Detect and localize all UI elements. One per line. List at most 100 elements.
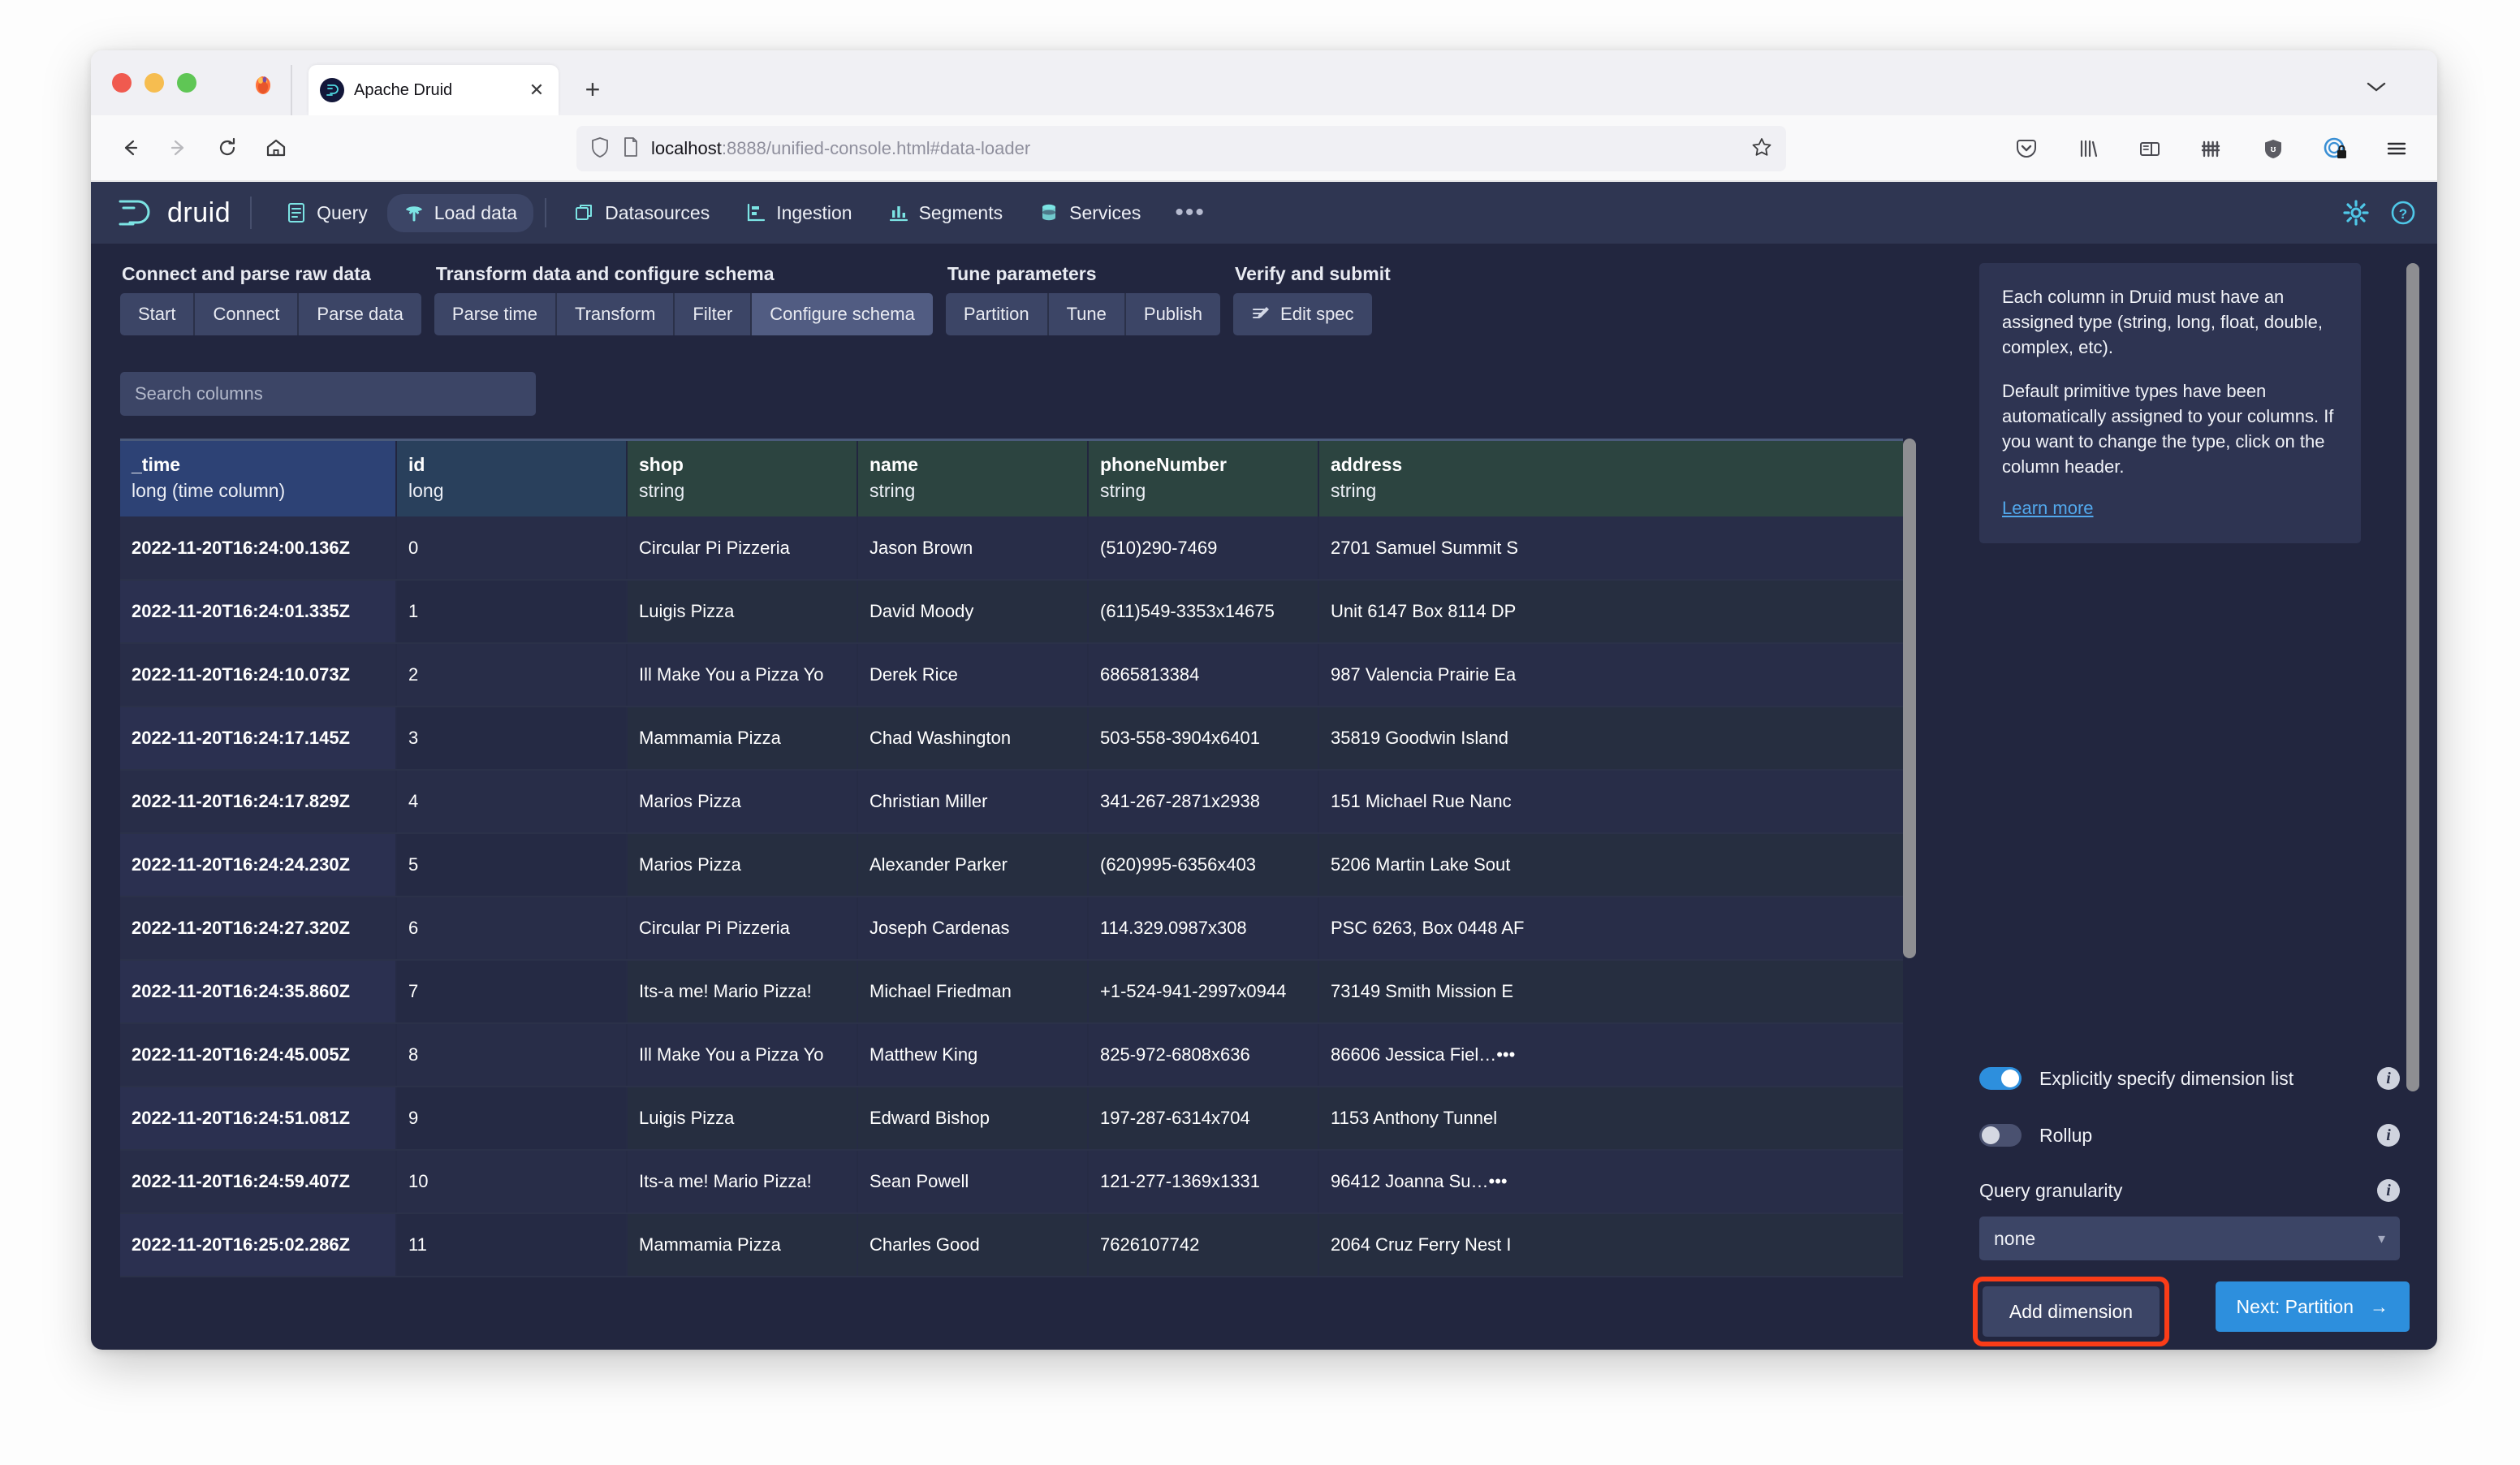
gear-icon[interactable] bbox=[2343, 200, 2369, 226]
table-cell-name: Derek Rice bbox=[857, 643, 1089, 707]
table-row[interactable]: 2022-11-20T16:24:17.145Z 3 Mammamia Pizza C… bbox=[120, 707, 1903, 771]
table-row[interactable]: 2022-11-20T16:25:02.286Z 11 Mammamia Pizza… bbox=[120, 1213, 1903, 1277]
explicit-dimension-list-toggle[interactable] bbox=[1979, 1067, 2022, 1090]
table-cell-address: PSC 6263, Box 0448 AF bbox=[1318, 897, 1903, 961]
browser-tab[interactable]: Apache Druid ✕ bbox=[309, 65, 559, 115]
pocket-icon[interactable] bbox=[2004, 126, 2049, 171]
step-button-transform[interactable]: Transform bbox=[556, 293, 675, 335]
browser-toolbar-icons: ʊ bbox=[2004, 126, 2419, 171]
table-cell-address: Unit 6147 Box 8114 DP bbox=[1318, 580, 1903, 644]
table-row[interactable]: 2022-11-20T16:24:17.829Z 4 Marios Pizza Chr… bbox=[120, 770, 1903, 834]
druid-favicon-icon bbox=[320, 78, 344, 102]
table-row[interactable]: 2022-11-20T16:24:10.073Z 2 Ill Make You a … bbox=[120, 643, 1903, 707]
column-header-id[interactable]: id long bbox=[396, 439, 628, 516]
learn-more-link[interactable]: Learn more bbox=[2002, 498, 2094, 518]
table-row[interactable]: 2022-11-20T16:24:27.320Z 6 Circular Pi Piz… bbox=[120, 897, 1903, 961]
step-button-start[interactable]: Start bbox=[120, 293, 196, 335]
column-header-phoneNumber[interactable]: phoneNumber string bbox=[1088, 439, 1319, 516]
library-icon[interactable] bbox=[2065, 126, 2111, 171]
svg-text:?: ? bbox=[2399, 206, 2407, 222]
arrow-right-icon: → bbox=[2370, 1295, 2388, 1317]
step-button-tune[interactable]: Tune bbox=[1048, 293, 1126, 335]
nav-item-ingestion[interactable]: Ingestion bbox=[729, 194, 868, 232]
maximize-window-button[interactable] bbox=[177, 73, 196, 93]
step-button-publish[interactable]: Publish bbox=[1125, 293, 1221, 335]
home-button[interactable] bbox=[253, 125, 299, 171]
info-icon[interactable]: i bbox=[2377, 1067, 2400, 1090]
info-icon[interactable]: i bbox=[2377, 1179, 2400, 1202]
nav-separator bbox=[545, 198, 547, 227]
back-button[interactable] bbox=[107, 125, 153, 171]
table-scrollbar-thumb[interactable] bbox=[1903, 439, 1916, 958]
nav-item-query[interactable]: Query bbox=[270, 194, 384, 232]
info-icon[interactable]: i bbox=[2377, 1124, 2400, 1147]
url-bar[interactable]: localhost:8888/unified-console.html#data… bbox=[576, 126, 1786, 171]
schema-table-container[interactable]: _time long (time column) id long shop st… bbox=[120, 439, 1903, 1350]
column-header-name[interactable]: name string bbox=[857, 439, 1089, 516]
shield-tracking-icon[interactable] bbox=[589, 136, 611, 162]
more-menu-button[interactable]: ••• bbox=[1160, 201, 1220, 225]
step-group-title: Connect and parse raw data bbox=[122, 263, 371, 284]
table-row[interactable]: 2022-11-20T16:24:24.230Z 5 Marios Pizza Ale… bbox=[120, 833, 1903, 897]
druid-logo-text: druid bbox=[167, 197, 231, 228]
bookmark-star-icon[interactable] bbox=[1750, 136, 1773, 162]
table-cell-name: Charles Good bbox=[857, 1213, 1089, 1277]
step-button-parse-time[interactable]: Parse time bbox=[434, 293, 557, 335]
table-cell-shop: Ill Make You a Pizza Yo bbox=[627, 643, 858, 707]
next-partition-button[interactable]: Next: Partition → bbox=[2215, 1281, 2410, 1332]
shield-icon[interactable]: ʊ bbox=[2250, 126, 2296, 171]
rollup-toggle[interactable] bbox=[1979, 1124, 2022, 1147]
column-type: long (time column) bbox=[132, 480, 286, 501]
table-row[interactable]: 2022-11-20T16:24:59.407Z 10 Its-a me! Mari… bbox=[120, 1150, 1903, 1214]
table-cell-id: 8 bbox=[396, 1023, 628, 1087]
minimize-window-button[interactable] bbox=[145, 73, 164, 93]
containers-icon[interactable] bbox=[2189, 126, 2234, 171]
table-row[interactable]: 2022-11-20T16:24:45.005Z 8 Ill Make You a … bbox=[120, 1023, 1903, 1087]
table-cell-phoneNumber: (611)549-3353x14675 bbox=[1088, 580, 1319, 644]
table-vertical-scrollbar[interactable] bbox=[1903, 439, 1916, 1350]
close-tab-icon[interactable]: ✕ bbox=[526, 80, 547, 101]
nav-item-load-data[interactable]: Load data bbox=[386, 193, 534, 232]
sidebar-icon[interactable] bbox=[2127, 126, 2173, 171]
table-row[interactable]: 2022-11-20T16:24:00.136Z 0 Circular Pi Piz… bbox=[120, 516, 1903, 581]
nav-item-datasources[interactable]: Datasources bbox=[558, 194, 726, 232]
table-cell-name: Edward Bishop bbox=[857, 1087, 1089, 1151]
search-columns-input[interactable] bbox=[120, 372, 536, 416]
forward-button[interactable] bbox=[156, 125, 201, 171]
step-button-partition[interactable]: Partition bbox=[945, 293, 1049, 335]
panel-vertical-scrollbar[interactable] bbox=[2406, 263, 2419, 1108]
table-row[interactable]: 2022-11-20T16:24:51.081Z 9 Luigis Pizza Edw… bbox=[120, 1087, 1903, 1151]
query-granularity-select[interactable]: none ▾ bbox=[1979, 1217, 2400, 1260]
step-button-edit-spec[interactable]: Edit spec bbox=[1233, 293, 1372, 335]
nav-item-segments[interactable]: Segments bbox=[872, 194, 1020, 232]
new-tab-button[interactable]: + bbox=[578, 75, 607, 104]
table-row[interactable]: 2022-11-20T16:24:35.860Z 7 Its-a me! Mario… bbox=[120, 960, 1903, 1024]
reload-button[interactable] bbox=[205, 125, 250, 171]
panel-scrollbar-thumb[interactable] bbox=[2406, 263, 2419, 1091]
page-info-icon[interactable] bbox=[622, 136, 640, 162]
step-button-parse-data[interactable]: Parse data bbox=[299, 293, 421, 335]
druid-logo-icon bbox=[119, 200, 150, 226]
step-button-filter[interactable]: Filter bbox=[675, 293, 753, 335]
step-buttons: Edit spec bbox=[1233, 293, 1391, 335]
privacy-badger-icon[interactable] bbox=[2312, 126, 2358, 171]
step-button-connect[interactable]: Connect bbox=[195, 293, 300, 335]
step-button-configure-schema[interactable]: Configure schema bbox=[752, 293, 933, 335]
chevron-down-icon[interactable] bbox=[2364, 80, 2388, 98]
close-window-button[interactable] bbox=[112, 73, 132, 93]
browser-window: Apache Druid ✕ + localhost:8888/unified-… bbox=[91, 50, 2437, 1350]
help-icon[interactable]: ? bbox=[2390, 200, 2416, 226]
table-row[interactable]: 2022-11-20T16:24:01.335Z 1 Luigis Pizza Dav… bbox=[120, 580, 1903, 644]
chevron-down-icon[interactable]: ▾ bbox=[2378, 1230, 2385, 1247]
column-header-_time[interactable]: _time long (time column) bbox=[120, 439, 397, 516]
table-cell-id: 11 bbox=[396, 1213, 628, 1277]
add-dimension-button[interactable]: Add dimension bbox=[1983, 1286, 2160, 1337]
column-header-shop[interactable]: shop string bbox=[627, 439, 858, 516]
column-header-address[interactable]: address string bbox=[1318, 439, 1903, 516]
column-type: string bbox=[639, 480, 685, 501]
nav-item-label: Segments bbox=[918, 201, 1003, 223]
hamburger-menu-icon[interactable] bbox=[2374, 126, 2419, 171]
druid-logo[interactable]: druid bbox=[114, 195, 250, 231]
nav-item-services[interactable]: Services bbox=[1022, 194, 1157, 232]
column-type: string bbox=[1100, 480, 1146, 501]
